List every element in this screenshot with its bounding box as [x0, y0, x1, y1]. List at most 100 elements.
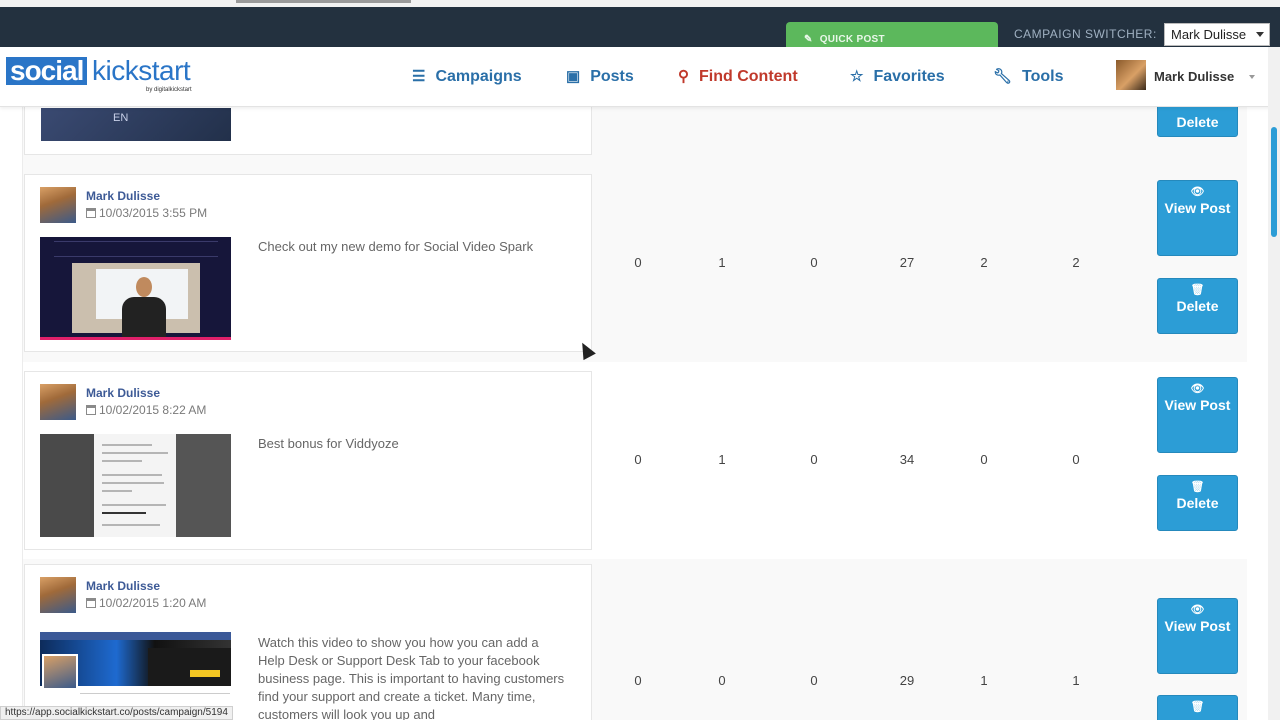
delete-button[interactable]: 🗑︎ [1157, 695, 1238, 720]
post-card: Mark Dulisse 10/02/2015 1:20 AM Watch th… [24, 564, 592, 720]
view-post-button[interactable]: 👁︎ View Post [1157, 377, 1238, 453]
nav-posts-label: Posts [590, 68, 634, 85]
thumbnail-caption: EN [113, 112, 129, 124]
quick-post-label: QUICK POST [819, 34, 885, 45]
nav-favorites[interactable]: ☆ Favorites [850, 67, 945, 86]
stat-value: 0 [634, 452, 642, 467]
video-progress-strip [40, 337, 231, 340]
post-date: 10/03/2015 3:55 PM [86, 206, 207, 220]
pencil-icon: ✎ [804, 34, 813, 45]
stat-value: 1 [980, 673, 988, 688]
nav-find-content[interactable]: ⚲ Find Content [678, 67, 798, 86]
nav-tools[interactable]: 🔧︎ Tools [993, 67, 1064, 86]
page-scrollbar[interactable] [1268, 47, 1280, 720]
nav-tools-label: Tools [1022, 68, 1064, 85]
scrollbar-thumb[interactable] [1271, 127, 1277, 237]
trash-icon: 🗑︎ [1190, 481, 1205, 493]
post-thumbnail[interactable] [40, 237, 231, 340]
star-icon: ☆ [850, 68, 864, 85]
delete-button-label: Delete [1176, 298, 1219, 314]
post-text: Best bonus for Viddyoze [258, 436, 399, 451]
post-author[interactable]: Mark Dulisse [86, 579, 160, 593]
document-page [94, 434, 176, 537]
calendar-icon [86, 208, 96, 218]
delete-button[interactable]: 🗑︎ Delete [1157, 475, 1238, 531]
avatar [40, 187, 76, 223]
posts-list: EN Delete Mark Dulisse 10/03/2015 3:55 P… [0, 107, 1280, 720]
post-date-text: 10/02/2015 8:22 AM [99, 403, 207, 417]
nav-campaigns-label: Campaigns [435, 68, 522, 85]
eye-icon: 👁︎ [1190, 383, 1205, 395]
post-author[interactable]: Mark Dulisse [86, 189, 160, 203]
post-text: Check out my new demo for Social Video S… [258, 239, 534, 254]
avatar [40, 384, 76, 420]
delete-button[interactable]: Delete [1157, 107, 1238, 137]
post-card-partial: EN [24, 107, 592, 155]
nav-campaigns[interactable]: ☰ Campaigns [412, 67, 522, 86]
delete-button[interactable]: 🗑︎ Delete [1157, 278, 1238, 334]
stat-value: 0 [810, 673, 818, 688]
campaign-bar: CAMPAIGN SWITCHER: Mark Dulisse [0, 7, 1280, 47]
post-date-text: 10/03/2015 3:55 PM [99, 206, 208, 220]
stat-value: 0 [1072, 452, 1080, 467]
quick-post-button[interactable]: ✎ QUICK POST [786, 22, 998, 47]
post-date-text: 10/02/2015 1:20 AM [99, 596, 207, 610]
chevron-down-icon [1256, 32, 1264, 37]
post-thumbnail[interactable] [40, 632, 231, 702]
presenter-body [122, 297, 166, 337]
presenter-head [136, 277, 152, 297]
post-thumbnail[interactable]: EN [41, 108, 231, 141]
status-bar-url: https://app.socialkickstart.co/posts/cam… [0, 706, 233, 720]
campaign-switcher-value: Mark Dulisse [1171, 27, 1247, 42]
list-icon: ☰ [412, 68, 426, 85]
facebook-header [40, 632, 231, 640]
image-icon: ▣ [566, 68, 581, 85]
stat-value: 2 [980, 255, 988, 270]
view-post-button[interactable]: 👁︎ View Post [1157, 598, 1238, 674]
stat-value: 0 [810, 452, 818, 467]
post-text: Watch this video to show you how you can… [258, 635, 565, 720]
calendar-icon [86, 598, 96, 608]
delete-button-label: Delete [1176, 114, 1219, 130]
logo-bold: social [6, 57, 88, 85]
avatar [40, 577, 76, 613]
wrench-icon: 🔧︎ [993, 68, 1013, 85]
stat-value: 0 [634, 255, 642, 270]
stat-value: 0 [634, 673, 642, 688]
facebook-profile-picture [42, 654, 78, 690]
avatar [1116, 60, 1146, 90]
campaign-switcher-label: CAMPAIGN SWITCHER: [1014, 27, 1157, 41]
stat-value: 1 [718, 255, 726, 270]
nav-favorites-label: Favorites [873, 68, 945, 85]
campaign-switcher-select[interactable]: Mark Dulisse [1164, 23, 1270, 46]
calendar-icon [86, 405, 96, 415]
facebook-cover-video [148, 648, 231, 686]
nav-find-content-label: Find Content [699, 68, 798, 85]
view-post-label: View Post [1164, 200, 1231, 216]
stat-value: 27 [899, 255, 915, 270]
post-date: 10/02/2015 8:22 AM [86, 403, 206, 417]
browser-tab-indicator [236, 0, 411, 3]
eye-icon: 👁︎ [1190, 604, 1205, 616]
stat-value: 2 [1072, 255, 1080, 270]
brand-logo[interactable]: social kickstart by digitalkickstart [6, 57, 216, 97]
search-icon: ⚲ [678, 68, 689, 85]
stat-value: 0 [980, 452, 988, 467]
document-sidebar [176, 434, 231, 537]
browser-top-strip [0, 0, 1280, 7]
post-date: 10/02/2015 1:20 AM [86, 596, 206, 610]
main-navbar: social kickstart by digitalkickstart ☰ Ca… [0, 47, 1280, 107]
post-thumbnail[interactable] [40, 434, 231, 537]
trash-icon: 🗑︎ [1190, 284, 1205, 296]
stat-value: 0 [718, 673, 726, 688]
view-post-button[interactable]: 👁︎ View Post [1157, 180, 1238, 256]
stat-value: 1 [1072, 673, 1080, 688]
logo-rest: kickstart [92, 55, 191, 86]
facebook-cover-badge [190, 670, 220, 677]
post-author[interactable]: Mark Dulisse [86, 386, 160, 400]
nav-posts[interactable]: ▣ Posts [566, 67, 634, 86]
video-caption-bar [54, 241, 218, 257]
logo-byline: by digitalkickstart [146, 87, 192, 93]
stat-value: 29 [899, 673, 915, 688]
eye-icon: 👁︎ [1190, 186, 1205, 198]
